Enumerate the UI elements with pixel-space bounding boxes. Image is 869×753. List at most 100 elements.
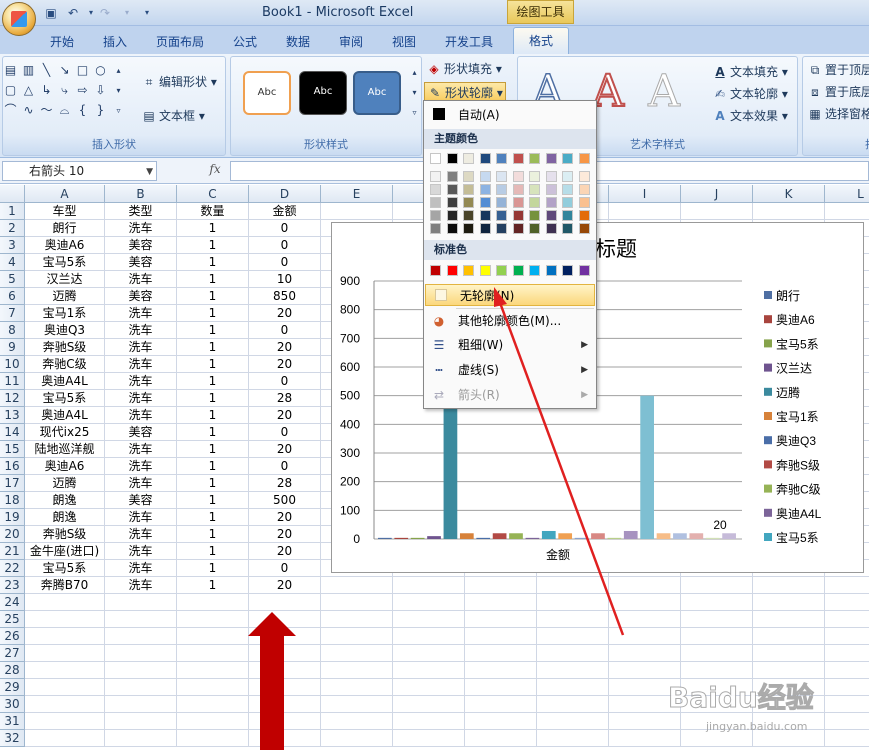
cell[interactable] <box>177 696 249 713</box>
cell[interactable] <box>249 645 321 662</box>
menu-item-dashes[interactable]: ┅ 虚线(S) ▶ <box>424 359 596 381</box>
cell[interactable] <box>609 645 681 662</box>
tab-data[interactable]: 数据 <box>286 31 310 53</box>
rounded-rect-shape-icon[interactable]: ▢ <box>3 83 18 98</box>
cell[interactable]: 美容 <box>105 237 177 254</box>
cell[interactable] <box>537 594 609 611</box>
brace-right-shape-icon[interactable]: } <box>93 103 108 118</box>
cell[interactable] <box>825 628 869 645</box>
cell[interactable]: 美容 <box>105 254 177 271</box>
cell[interactable] <box>249 611 321 628</box>
cell[interactable] <box>177 628 249 645</box>
theme-shade-swatch[interactable] <box>446 197 458 208</box>
row-header[interactable]: 12 <box>0 390 25 407</box>
cell[interactable]: 0 <box>249 560 321 577</box>
row-header[interactable]: 11 <box>0 373 25 390</box>
cell[interactable]: 1 <box>177 543 249 560</box>
theme-shade-swatch[interactable] <box>512 184 524 195</box>
cell[interactable] <box>393 679 465 696</box>
theme-shade-swatch[interactable] <box>463 184 474 195</box>
menu-item-more-colors[interactable]: ◕ 其他轮廓颜色(M)... <box>424 310 596 332</box>
row-header[interactable]: 32 <box>0 730 25 747</box>
cell[interactable]: 洗车 <box>105 356 177 373</box>
oval-shape-icon[interactable]: ○ <box>93 63 108 78</box>
cell[interactable]: 现代ix25 <box>25 424 105 441</box>
cell[interactable]: 1 <box>177 339 249 356</box>
theme-shade-swatch[interactable] <box>578 223 590 234</box>
cell[interactable] <box>825 679 869 696</box>
cell[interactable]: 美容 <box>105 424 177 441</box>
theme-color-swatch[interactable] <box>529 153 540 164</box>
standard-color-swatch[interactable] <box>479 265 491 276</box>
cell[interactable] <box>105 611 177 628</box>
vertical-textbox-shape-icon[interactable]: ▥ <box>21 63 36 78</box>
freeform-shape-icon[interactable]: ∿ <box>21 103 36 118</box>
theme-shade-swatch[interactable] <box>430 197 441 208</box>
row-header[interactable]: 20 <box>0 526 25 543</box>
cell[interactable]: 洗车 <box>105 526 177 543</box>
cell[interactable] <box>177 730 249 747</box>
cell[interactable] <box>465 696 537 713</box>
wordart-style-white[interactable]: A <box>640 66 688 117</box>
column-header-L[interactable]: L <box>825 185 869 203</box>
cell[interactable]: 奔驰C级 <box>25 356 105 373</box>
cell[interactable]: 20 <box>249 305 321 322</box>
cell[interactable] <box>105 713 177 730</box>
cell[interactable]: 1 <box>177 390 249 407</box>
theme-shade-swatch[interactable] <box>446 171 458 182</box>
theme-shade-swatch[interactable] <box>562 171 573 182</box>
cell[interactable] <box>321 628 393 645</box>
shape-style-blue[interactable]: Abc <box>353 71 401 115</box>
cell[interactable] <box>105 645 177 662</box>
cell[interactable] <box>609 577 681 594</box>
cell[interactable] <box>177 611 249 628</box>
cell[interactable] <box>465 679 537 696</box>
cell[interactable]: 类型 <box>105 203 177 220</box>
theme-shade-swatch[interactable] <box>545 171 557 182</box>
tab-review[interactable]: 审阅 <box>339 31 363 53</box>
cell[interactable] <box>321 696 393 713</box>
style-more-icon[interactable]: ▿ <box>407 105 422 120</box>
cell[interactable] <box>321 679 393 696</box>
cell[interactable] <box>393 594 465 611</box>
theme-shade-swatch[interactable] <box>430 210 441 221</box>
bring-to-front-button[interactable]: ⧉ 置于顶层 <box>807 61 869 78</box>
cell[interactable] <box>681 594 753 611</box>
cell[interactable]: 500 <box>249 492 321 509</box>
office-button[interactable] <box>2 2 36 36</box>
cell[interactable] <box>753 628 825 645</box>
cell[interactable] <box>825 713 869 730</box>
cell[interactable]: 20 <box>249 407 321 424</box>
name-box[interactable]: 右箭头 10 ▼ <box>2 161 157 181</box>
theme-color-swatch[interactable] <box>446 153 458 164</box>
cell[interactable] <box>825 203 869 220</box>
theme-color-swatch[interactable] <box>463 153 474 164</box>
row-header[interactable]: 31 <box>0 713 25 730</box>
cell[interactable]: 洗车 <box>105 271 177 288</box>
cell[interactable] <box>321 611 393 628</box>
cell[interactable] <box>465 577 537 594</box>
cell[interactable] <box>753 645 825 662</box>
cell[interactable]: 20 <box>249 543 321 560</box>
cell[interactable] <box>105 730 177 747</box>
edit-shape-button[interactable]: ⌗ 编辑形状 ▾ <box>141 73 217 90</box>
cell[interactable]: 850 <box>249 288 321 305</box>
menu-item-auto[interactable]: 自动(A) <box>424 104 596 126</box>
row-header[interactable]: 1 <box>0 203 25 220</box>
theme-shade-swatch[interactable] <box>479 223 491 234</box>
theme-shade-swatch[interactable] <box>463 223 474 234</box>
cell[interactable]: 1 <box>177 526 249 543</box>
theme-shade-swatch[interactable] <box>529 171 540 182</box>
cell[interactable]: 1 <box>177 237 249 254</box>
cell[interactable] <box>105 662 177 679</box>
cell[interactable]: 奥迪Q3 <box>25 322 105 339</box>
selection-pane-button[interactable]: ▦ 选择窗格 <box>807 105 869 122</box>
shape-scroll-down-icon[interactable]: ▾ <box>111 83 126 98</box>
theme-shade-swatch[interactable] <box>479 197 491 208</box>
cell[interactable] <box>249 662 321 679</box>
cell[interactable] <box>25 679 105 696</box>
arrow-line-shape-icon[interactable]: ↘ <box>57 63 72 78</box>
row-header[interactable]: 7 <box>0 305 25 322</box>
cell[interactable]: 汉兰达 <box>25 271 105 288</box>
cell[interactable] <box>825 577 869 594</box>
